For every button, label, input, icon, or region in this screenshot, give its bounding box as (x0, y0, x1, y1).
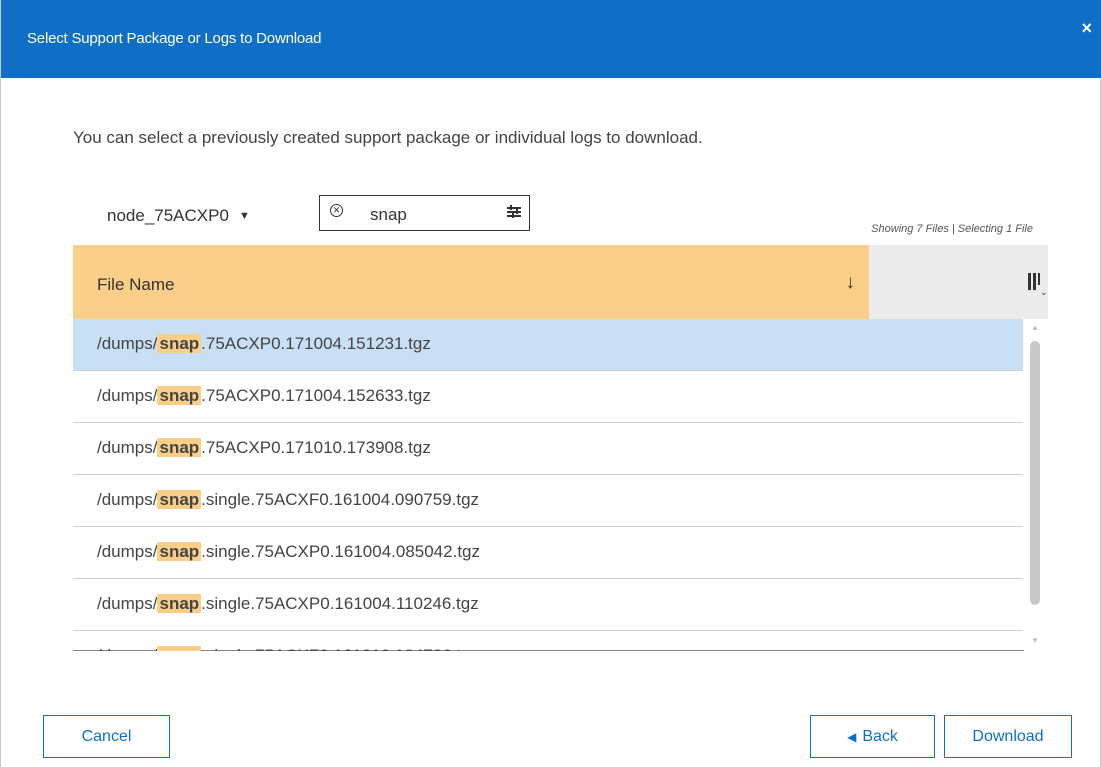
column-header-file-name[interactable]: File Name ↓ (73, 245, 869, 319)
file-name-cell: /dumps/snap .75ACXP0.171010.173908.tgz (97, 438, 431, 458)
file-path-prefix: /dumps/ (97, 646, 157, 651)
column-header-label: File Name (97, 275, 175, 294)
file-name-suffix: .single.75ACXF0.161010.184706.tgz (201, 646, 479, 651)
table-row[interactable]: /dumps/snap .single.75ACXP0.161004.110246… (73, 579, 1023, 631)
table-header: File Name ↓ ⌄ (73, 245, 1048, 319)
caret-down-icon: ▼ (238, 210, 250, 222)
search-input[interactable] (370, 205, 490, 225)
search-match-highlight: snap (157, 542, 202, 561)
search-match-highlight: snap (157, 438, 202, 457)
file-name-cell: /dumps/snap .single.75ACXF0.161004.090759… (97, 490, 479, 510)
support-package-dialog: Select Support Package or Logs to Downlo… (0, 0, 1101, 767)
file-name-suffix: .single.75ACXP0.161004.110246.tgz (201, 594, 479, 613)
filter-options-icon[interactable] (507, 205, 521, 218)
clear-search-icon[interactable]: ✕ (330, 204, 343, 217)
selection-status: Showing 7 Files | Selecting 1 File (871, 223, 1033, 235)
sort-down-arrow-icon: ↓ (845, 272, 856, 293)
table-row[interactable]: /dumps/snap .75ACXP0.171010.173908.tgz (73, 423, 1023, 475)
search-match-highlight: snap (157, 646, 202, 651)
search-field: ✕ (319, 195, 530, 231)
table-body: /dumps/snap .75ACXP0.171004.151231.tgz/du… (73, 319, 1048, 651)
file-name-cell: /dumps/snap .75ACXP0.171004.152633.tgz (97, 386, 431, 406)
back-button[interactable]: ◀ Back (810, 715, 935, 758)
node-dropdown-value: node_75ACXP0 (107, 206, 229, 225)
cancel-button[interactable]: Cancel (43, 715, 170, 758)
table-row[interactable]: /dumps/snap .single.75ACXP0.161004.085042… (73, 527, 1023, 579)
file-path-prefix: /dumps/ (97, 334, 158, 353)
search-match-highlight: snap (157, 334, 202, 353)
file-table: File Name ↓ ⌄ /dumps/snap .75ACXP0.171004… (73, 245, 1048, 651)
file-name-suffix: .single.75ACXP0.161004.085042.tgz (201, 542, 480, 561)
file-path-prefix: /dumps/ (97, 594, 158, 613)
file-name-cell: /dumps/snap .single.75ACXP0.161004.085042… (97, 542, 480, 562)
search-match-highlight: snap (157, 386, 202, 405)
table-row[interactable]: /dumps/snap .single.75ACXF0.161004.090759… (73, 475, 1023, 527)
file-path-prefix: /dumps/ (97, 438, 158, 457)
file-path-prefix: /dumps/ (97, 386, 158, 405)
file-name-suffix: .75ACXP0.171004.152633.tgz (201, 386, 431, 405)
scroll-up-icon[interactable]: ▲ (1031, 323, 1039, 332)
back-button-label: Back (862, 727, 898, 745)
file-path-prefix: /dumps/ (97, 542, 158, 561)
table-row[interactable]: /dumps/snap .75ACXP0.171004.152633.tgz (73, 371, 1023, 423)
download-button[interactable]: Download (944, 715, 1072, 758)
table-row[interactable]: /dumps/snap.single.75ACXF0.161010.184706… (73, 631, 1023, 651)
file-name-cell: /dumps/snap.single.75ACXF0.161010.184706… (97, 646, 479, 651)
scrollbar-thumb[interactable] (1030, 341, 1040, 605)
node-dropdown[interactable]: node_75ACXP0 ▼ (107, 206, 250, 226)
intro-text: You can select a previously created supp… (73, 128, 703, 147)
close-icon[interactable]: × (1081, 18, 1092, 39)
file-name-suffix: .single.75ACXF0.161004.090759.tgz (201, 490, 480, 509)
column-settings-button[interactable]: ⌄ (869, 245, 1048, 319)
vertical-scrollbar[interactable]: ▲ ▼ (1024, 319, 1048, 651)
file-path-prefix: /dumps/ (97, 490, 158, 509)
table-row[interactable]: /dumps/snap .75ACXP0.171004.151231.tgz (73, 319, 1023, 371)
search-match-highlight: snap (157, 594, 202, 613)
file-name-cell: /dumps/snap .single.75ACXP0.161004.110246… (97, 594, 479, 614)
columns-icon: ⌄ (1028, 273, 1048, 297)
dialog-title-bar: Select Support Package or Logs to Downlo… (1, 0, 1101, 78)
file-name-cell: /dumps/snap .75ACXP0.171004.151231.tgz (97, 334, 431, 354)
file-name-suffix: .75ACXP0.171010.173908.tgz (201, 438, 431, 457)
scroll-down-icon[interactable]: ▼ (1031, 636, 1039, 645)
search-match-highlight: snap (157, 490, 202, 509)
back-arrow-icon: ◀ (847, 729, 857, 744)
dialog-title: Select Support Package or Logs to Downlo… (27, 30, 322, 47)
file-name-suffix: .75ACXP0.171004.151231.tgz (201, 334, 431, 353)
